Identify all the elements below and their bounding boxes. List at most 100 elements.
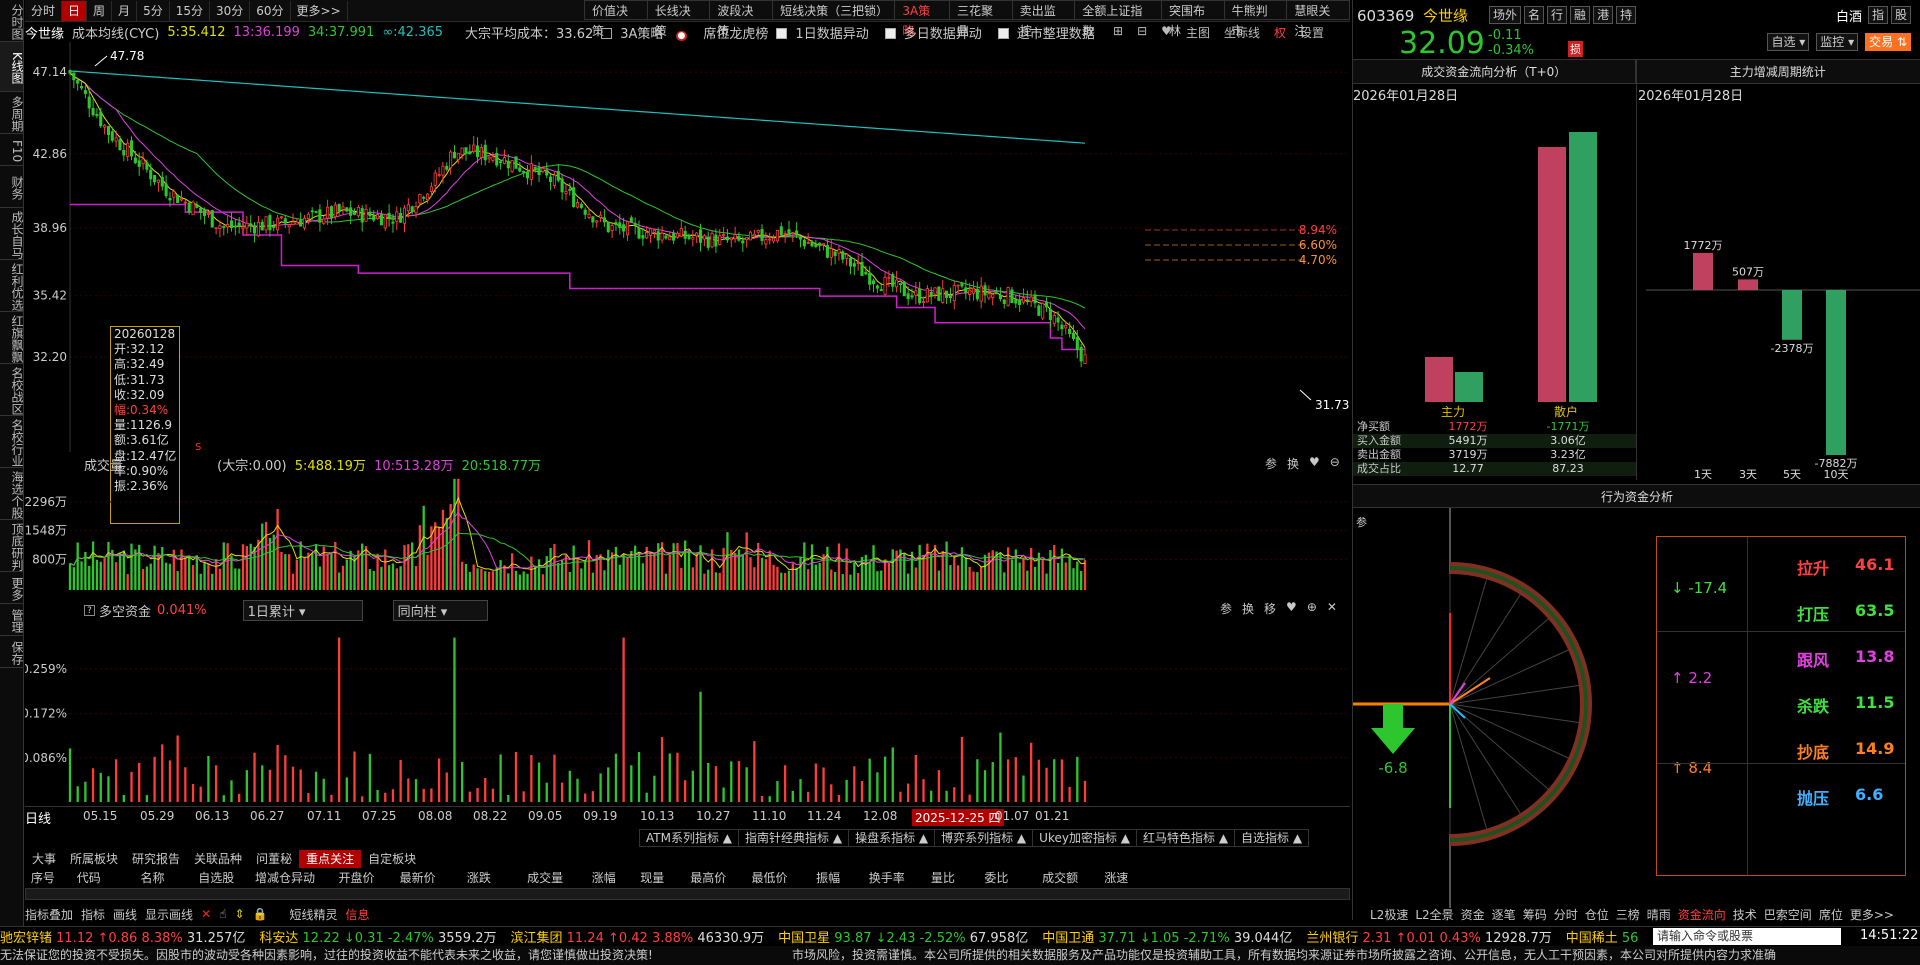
zoom-out-icon[interactable]: ⊟ bbox=[1137, 24, 1147, 41]
quote-action-button[interactable]: 监控 ▾ bbox=[1816, 33, 1859, 51]
quote-action-button[interactable]: 交易 ⇅ bbox=[1865, 33, 1911, 51]
zoom-in-icon[interactable]: ⊞ bbox=[1113, 24, 1123, 41]
quote-link[interactable]: 股 bbox=[1890, 6, 1911, 24]
table-column-header[interactable]: 最新价 bbox=[387, 869, 448, 889]
strategy-tab[interactable]: 全额上证指数 bbox=[1074, 0, 1162, 38]
coord-line-button[interactable]: 坐标线 bbox=[1224, 24, 1260, 41]
sidebar-item[interactable]: 多周期 bbox=[0, 92, 23, 134]
delete-icon[interactable]: ✕ bbox=[201, 907, 211, 921]
sidebar-item[interactable]: K线图 bbox=[0, 42, 23, 92]
quote-action-button[interactable]: 自选 ▾ bbox=[1767, 33, 1810, 51]
candlestick-chart[interactable]: 47.14 42.86 38.96 35.42 32.20 47.78 31.73 8.94%… bbox=[25, 42, 1350, 452]
table-column-header[interactable]: 增减仓异动 bbox=[244, 869, 326, 889]
quote-badge[interactable]: 港 bbox=[1593, 6, 1614, 24]
sidebar-item[interactable]: 管理 bbox=[0, 604, 23, 636]
table-column-header[interactable]: 委比 bbox=[968, 869, 1024, 889]
volume-chart[interactable]: 2296万 1548万 800万 bbox=[25, 470, 1350, 595]
bottom-tab[interactable]: 重点关注 bbox=[299, 850, 362, 868]
strategy-tab[interactable]: 三花聚鼎 bbox=[949, 0, 1013, 38]
sidebar-item[interactable]: 海选个股 bbox=[0, 468, 23, 520]
dk-param-button[interactable]: 参 bbox=[1220, 600, 1232, 617]
table-column-header[interactable]: 名称 bbox=[117, 869, 188, 889]
quote-badge[interactable]: 名 bbox=[1524, 6, 1545, 24]
indicator-overlay-button[interactable]: 指标叠加 bbox=[25, 906, 73, 923]
jingling-button[interactable]: 短线精灵 bbox=[289, 906, 337, 923]
bottom-tab[interactable]: 所属板块 bbox=[63, 850, 125, 868]
right-bottom-tab[interactable]: 技术 bbox=[1733, 906, 1757, 923]
right-bottom-tab[interactable]: 仓位 bbox=[1585, 906, 1609, 923]
ticker-item[interactable]: 中国卫星 93.87 ↓2.43 -2.52% 67.958亿 bbox=[778, 927, 1028, 946]
ticker-item[interactable]: 科安达 12.22 ↓0.31 -2.47% 3559.2万 bbox=[259, 927, 496, 946]
table-column-header[interactable]: 成交额 bbox=[1024, 869, 1095, 889]
strategy-tab[interactable]: 波段决策 bbox=[709, 0, 774, 38]
sidebar-item[interactable]: 红利优选 bbox=[0, 260, 23, 312]
sidebar-item[interactable]: 顶底研判 bbox=[0, 520, 23, 572]
period-tab[interactable]: 周 bbox=[87, 0, 113, 21]
dk-close-icon[interactable]: ✕ bbox=[1327, 600, 1337, 617]
table-column-header[interactable]: 最低价 bbox=[739, 869, 800, 889]
bottom-tab[interactable]: 问董秘 bbox=[249, 850, 299, 868]
table-column-header[interactable]: 换手率 bbox=[856, 869, 917, 889]
sidebar-item[interactable]: F10 bbox=[0, 134, 23, 166]
period-tab[interactable]: 30分 bbox=[210, 0, 251, 21]
xiwei-check[interactable]: 席位龙虎榜 bbox=[703, 23, 768, 42]
strategy-tab[interactable]: 价值决策 bbox=[584, 0, 648, 38]
right-bottom-tab[interactable]: L2极速 bbox=[1370, 906, 1408, 923]
ticker-item[interactable]: 滨江集团 11.24 ↑0.42 3.88% 46330.9万 bbox=[510, 927, 764, 946]
strategy-tab[interactable]: 长线决策 bbox=[646, 0, 711, 38]
indicator-menu[interactable]: ATM系列指标 ▲ bbox=[639, 829, 740, 847]
sidebar-item[interactable]: 分时图 bbox=[0, 0, 23, 42]
table-column-header[interactable]: 代码 bbox=[61, 869, 117, 889]
right-bottom-tab[interactable]: 三榜 bbox=[1616, 906, 1640, 923]
delist-check[interactable]: 退市整理数据 bbox=[997, 23, 1103, 42]
dk-move-button[interactable]: 移 bbox=[1264, 600, 1276, 617]
sidebar-item[interactable]: 财务 bbox=[0, 166, 23, 208]
table-column-header[interactable]: 量比 bbox=[917, 869, 968, 889]
quote-badge[interactable]: 持 bbox=[1616, 6, 1637, 24]
table-column-header[interactable]: 振幅 bbox=[800, 869, 856, 889]
right-bottom-tab[interactable]: 晴雨 bbox=[1647, 906, 1671, 923]
sidebar-item[interactable]: 更多 bbox=[0, 572, 23, 604]
sidebar-item[interactable]: 名校战区 bbox=[0, 364, 23, 416]
indicator-menu[interactable]: 操盘系指标 ▲ bbox=[848, 829, 936, 847]
period-tab[interactable]: 15分 bbox=[170, 0, 210, 21]
table-column-header[interactable]: 最高价 bbox=[678, 869, 739, 889]
sidebar-item[interactable]: 红旗飘飘 bbox=[0, 312, 23, 364]
sidebar-item[interactable]: 名校行业 bbox=[0, 416, 23, 468]
quote-badge[interactable]: 场外 bbox=[1489, 6, 1522, 24]
abnormal-multi-check[interactable]: 多日数据异动 bbox=[884, 23, 990, 42]
table-column-header[interactable]: 开盘价 bbox=[326, 869, 387, 889]
period-tab[interactable]: 月 bbox=[112, 0, 138, 21]
period-tab[interactable]: 分时 bbox=[25, 0, 63, 21]
move-icon[interactable]: ⇕ bbox=[234, 907, 244, 921]
strategy-tab[interactable]: 3A策略 bbox=[894, 0, 950, 38]
info-button[interactable]: 信息 bbox=[345, 906, 369, 923]
command-input[interactable]: 请输入命令或股票 bbox=[1653, 928, 1841, 945]
indicator-menu[interactable]: 自选指标 ▲ bbox=[1234, 829, 1310, 847]
period-tab[interactable]: 日 bbox=[62, 0, 88, 21]
table-column-header[interactable]: 自选股 bbox=[188, 869, 244, 889]
ticker-item[interactable]: 兰州银行 2.31 ↑0.01 0.43% 12928.7万 bbox=[1306, 927, 1551, 946]
ticker-item[interactable]: 中国稀土 56 bbox=[1566, 927, 1639, 946]
right-bottom-tab[interactable]: 逐笔 bbox=[1492, 906, 1516, 923]
indicator-menu[interactable]: 博弈系列指标 ▲ bbox=[934, 829, 1034, 847]
bottom-tab[interactable]: 研究报告 bbox=[125, 850, 187, 868]
strategy-tab[interactable]: 卖出监控 bbox=[1011, 0, 1076, 38]
quote-link[interactable]: 白酒 bbox=[1836, 6, 1862, 25]
strategy-tab[interactable]: 慧眼关注 bbox=[1286, 0, 1351, 38]
right-bottom-tab[interactable]: 资金 bbox=[1461, 906, 1485, 923]
horizontal-scrollbar[interactable] bbox=[25, 888, 1350, 900]
abnormal-1day-check[interactable]: 1日数据异动 bbox=[776, 23, 876, 42]
indicator-button[interactable]: 指标 bbox=[81, 906, 105, 923]
ticker-item[interactable]: 中国卫通 37.71 ↓1.05 -2.71% 39.044亿 bbox=[1042, 927, 1292, 946]
dk-switch-button[interactable]: 换 bbox=[1242, 600, 1254, 617]
indicator-menu[interactable]: Ukey加密指标 ▲ bbox=[1032, 829, 1137, 847]
right-bottom-tab[interactable]: L2全景 bbox=[1415, 906, 1453, 923]
lock-icon[interactable]: 🔒 bbox=[253, 907, 268, 921]
table-column-header[interactable]: 涨幅 bbox=[581, 869, 627, 889]
hand-icon[interactable]: ☝ bbox=[219, 907, 226, 921]
strategy-tab[interactable]: 短线决策（三把锁） bbox=[772, 0, 896, 20]
right-bottom-tab[interactable]: 资金流向 bbox=[1678, 906, 1726, 923]
table-column-header[interactable]: 序号 bbox=[25, 869, 61, 889]
show-lines-button[interactable]: 显示画线 bbox=[145, 906, 193, 923]
